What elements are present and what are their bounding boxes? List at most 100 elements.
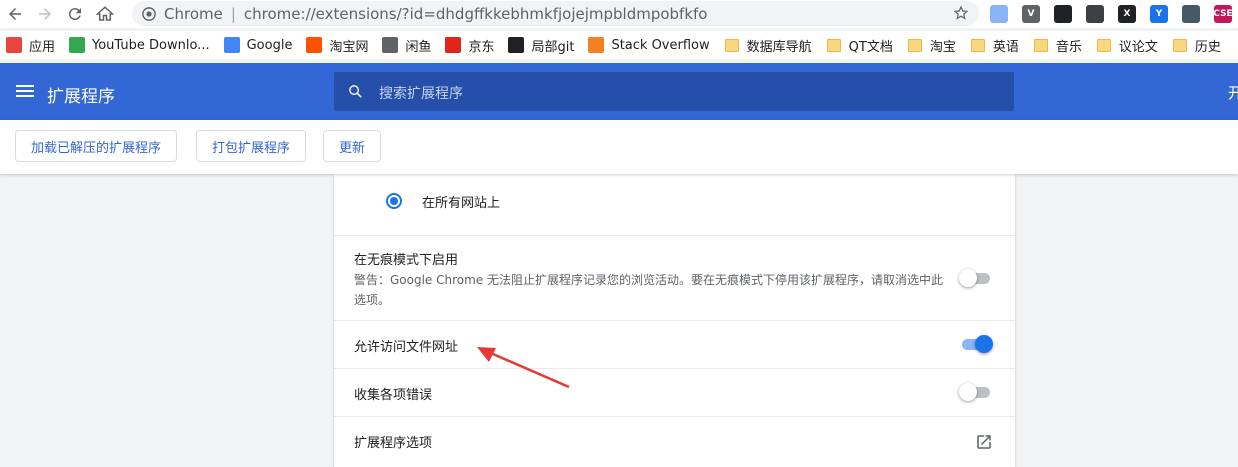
folder-shape — [1096, 38, 1111, 52]
globe-icon — [382, 37, 399, 53]
bookmark-item[interactable]: 历史 — [1172, 36, 1221, 55]
bookmark-label: 淘宝 — [929, 39, 956, 55]
developer-mode-label[interactable]: 开 — [1228, 82, 1238, 103]
incognito-toggle[interactable] — [959, 268, 993, 288]
bookmark-item[interactable]: 应用 — [6, 36, 55, 55]
developer-actions-bar: 加载已解压的扩展程序 打包扩展程序 更新 — [0, 120, 1238, 174]
bookmark-item[interactable]: 京东 — [445, 36, 494, 55]
folder-icon — [826, 37, 842, 53]
file-urls-row: 允许访问文件网址 — [334, 321, 1015, 369]
file-urls-title: 允许访问文件网址 — [354, 340, 459, 355]
incognito-row: 在无痕模式下启用 警告：Google Chrome 无法阻止扩展程序记录您的浏览… — [334, 236, 1015, 321]
bookmark-item[interactable]: Stack Overflow — [588, 37, 710, 53]
file-urls-toggle[interactable] — [959, 334, 993, 354]
incognito-title: 在无痕模式下启用 — [354, 253, 459, 268]
bookmark-label: 局部git — [531, 39, 575, 55]
back-button[interactable] — [0, 0, 30, 28]
folder-shape — [1172, 38, 1187, 52]
bookmark-label: 历史 — [1194, 39, 1221, 55]
bookmark-item[interactable]: 淘宝网 — [306, 36, 368, 55]
bookmark-item[interactable]: 数据库导航 — [724, 36, 812, 55]
site-access-radio[interactable] — [386, 193, 402, 209]
address-separator: | — [230, 4, 236, 23]
folder-icon — [907, 37, 923, 53]
apps-icon — [6, 37, 22, 53]
forward-button[interactable] — [30, 0, 60, 28]
bookmark-item[interactable]: Google — [223, 37, 293, 53]
toggle-knob — [959, 383, 977, 401]
bookmark-item[interactable]: 局部git — [508, 36, 574, 55]
bookmark-item[interactable]: 淘宝 — [907, 36, 956, 55]
bookmark-label: 京东 — [468, 39, 495, 55]
extension-icons: V X Y CSE — [990, 4, 1238, 24]
search-input[interactable]: 搜索扩展程序 — [334, 72, 1014, 111]
bookmark-label: 音乐 — [1055, 39, 1082, 55]
folder-shape — [970, 38, 985, 52]
bookmark-label: QT文档 — [848, 39, 893, 55]
forward-arrow-icon — [39, 8, 51, 20]
home-button[interactable] — [90, 0, 120, 28]
address-bar[interactable]: Chrome | chrome://extensions/?id=dhdgffk… — [132, 1, 979, 26]
circle-ext-icon[interactable] — [990, 5, 1008, 23]
shield-ext-icon[interactable]: Y — [1150, 5, 1168, 23]
address-url: chrome://extensions/?id=dhdgffkkebhmkfjo… — [243, 4, 708, 23]
bookmark-item[interactable]: 闲鱼 — [382, 36, 431, 55]
update-button[interactable]: 更新 — [323, 130, 382, 162]
bookmark-label: 淘宝网 — [329, 39, 369, 55]
reload-icon — [68, 8, 81, 21]
folder-icon — [970, 37, 986, 53]
extension-options-title: 扩展程序选项 — [354, 436, 433, 451]
csdn-ext-icon[interactable]: CSE — [1213, 5, 1233, 23]
site-access-label: 在所有网站上 — [422, 196, 501, 211]
bookmark-label: 议论文 — [1118, 39, 1158, 55]
folder-shape — [907, 38, 922, 52]
jd-icon — [445, 37, 462, 53]
books-ext-icon[interactable] — [1182, 5, 1200, 23]
bookmark-label: 英语 — [992, 39, 1019, 55]
folder-icon — [724, 37, 740, 53]
vimium-ext-icon[interactable]: V — [1022, 5, 1040, 23]
folder-icon — [1033, 37, 1049, 53]
folder-icon — [1096, 37, 1112, 53]
bookmark-item[interactable]: 议论文 — [1096, 36, 1158, 55]
toggle-knob — [975, 335, 993, 353]
bookmark-item[interactable]: QT文档 — [826, 36, 893, 55]
toggle-knob — [959, 269, 977, 287]
back-arrow-icon — [9, 8, 21, 20]
collect-errors-toggle[interactable] — [959, 382, 993, 402]
tampermonkey-ext-icon[interactable] — [1054, 5, 1072, 23]
bookmark-item[interactable]: YouTube Downlo... — [69, 37, 210, 53]
page-title: 扩展程序 — [47, 87, 115, 107]
dots-ext-icon[interactable] — [1086, 5, 1104, 23]
load-unpacked-button[interactable]: 加载已解压的扩展程序 — [15, 130, 178, 162]
browser-toolbar: Chrome | chrome://extensions/?id=dhdgffk… — [0, 0, 1238, 28]
chrome-page-icon — [142, 6, 156, 21]
bookmark-label: 闲鱼 — [405, 39, 432, 55]
pack-extension-button[interactable]: 打包扩展程序 — [196, 130, 307, 162]
reload-button[interactable] — [60, 0, 90, 28]
bookmark-label: Google — [246, 37, 293, 53]
open-in-new-icon[interactable] — [975, 433, 993, 451]
x-ext-icon[interactable]: X — [1118, 5, 1136, 23]
extension-details-card: 在所有网站上 在无痕模式下启用 警告：Google Chrome 无法阻止扩展程… — [334, 174, 1015, 467]
bookmark-label: Stack Overflow — [611, 37, 710, 53]
folder-shape — [826, 38, 841, 52]
bookmark-star-icon[interactable] — [953, 5, 969, 21]
folder-shape — [724, 38, 739, 52]
bookmark-label: YouTube Downlo... — [92, 37, 210, 53]
search-placeholder: 搜索扩展程序 — [379, 86, 463, 102]
hamburger-menu-icon[interactable] — [16, 82, 34, 100]
google-icon — [223, 37, 240, 53]
extension-options-row[interactable]: 扩展程序选项 — [334, 417, 1015, 467]
folder-icon — [1172, 37, 1188, 53]
incognito-warning: 警告：Google Chrome 无法阻止扩展程序记录您的浏览活动。要在无痕模式… — [354, 273, 944, 307]
bookmark-item[interactable]: 英语 — [970, 36, 1019, 55]
bookmark-label: 应用 — [29, 39, 56, 55]
github-icon — [508, 37, 525, 53]
bookmark-label: 数据库导航 — [746, 39, 812, 55]
bookmark-item[interactable]: 音乐 — [1033, 36, 1082, 55]
collect-errors-row: 收集各项错误 — [334, 369, 1015, 417]
download-arrow-icon — [69, 37, 86, 53]
bookmarks-bar: 应用 YouTube Downlo... Google 淘宝网 闲鱼 京东 局部git Sta… — [0, 31, 1238, 59]
folder-shape — [1033, 38, 1048, 52]
